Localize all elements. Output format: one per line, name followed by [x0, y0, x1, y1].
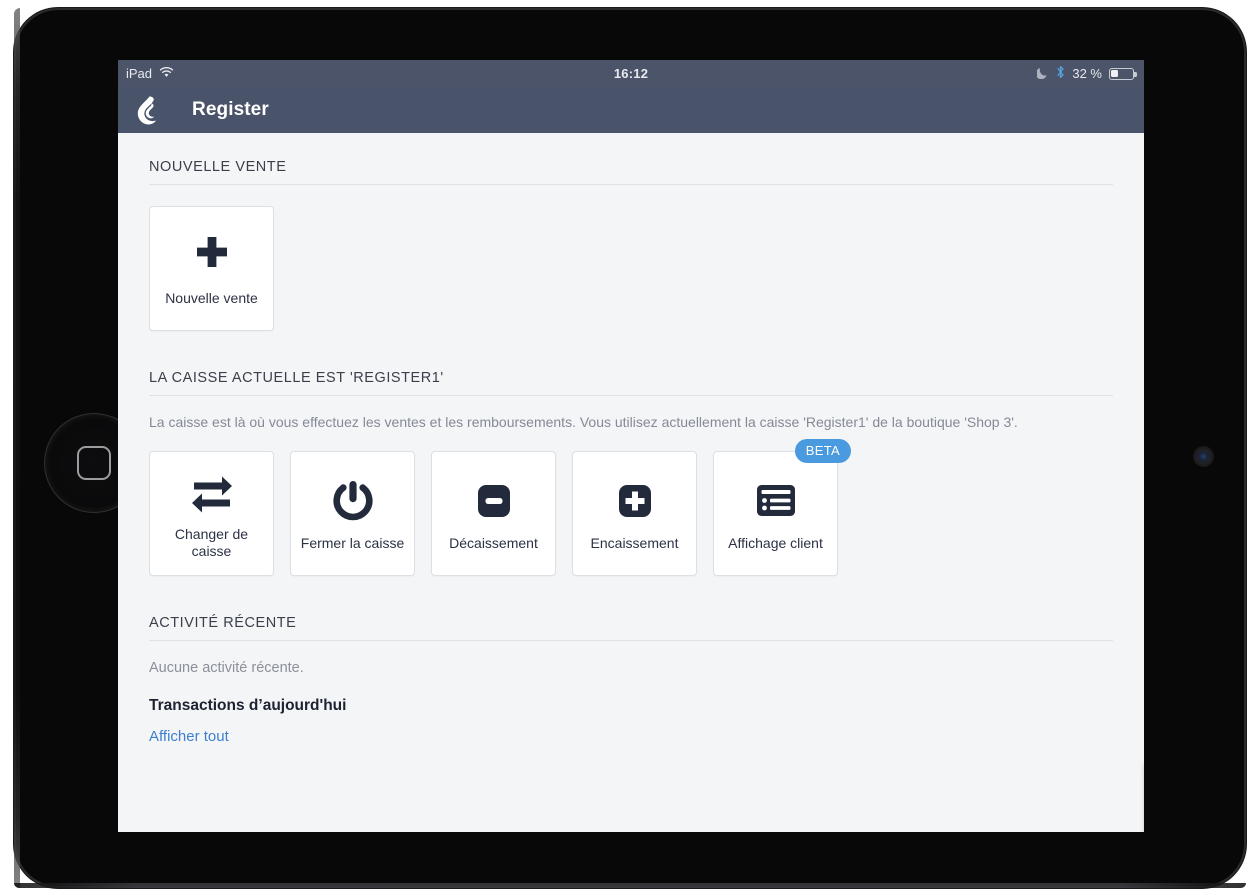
- battery-fill-level: [1111, 69, 1119, 77]
- section-heading-current-register: LA CAISSE ACTUELLE EST 'REGISTER1': [149, 370, 444, 386]
- moon-icon: [1035, 66, 1049, 82]
- ipad-screen: iPad 16:12 32 % Register NOUVELLE VENTE …: [118, 60, 1144, 832]
- tile-label: Nouvelle vente: [165, 289, 258, 306]
- home-button-square-icon: [77, 446, 111, 480]
- plus-square-icon: [612, 476, 658, 526]
- tile-fermer-la-caisse[interactable]: Fermer la caisse: [290, 451, 415, 576]
- section-heading-recent-activity: ACTIVITÉ RÉCENTE: [149, 615, 297, 631]
- ios-status-bar: iPad 16:12 32 %: [118, 60, 1144, 87]
- tile-decaissement[interactable]: Décaissement: [431, 451, 556, 576]
- tile-label: Changer de caisse: [174, 526, 249, 559]
- page-title: Register: [192, 99, 269, 120]
- recent-activity-empty-text: Aucune activité récente.: [149, 660, 304, 676]
- front-camera-lens: [1193, 446, 1214, 467]
- tile-encaissement[interactable]: Encaissement: [572, 451, 697, 576]
- tile-nouvelle-vente[interactable]: Nouvelle vente: [149, 206, 274, 331]
- bluetooth-icon: [1056, 65, 1065, 82]
- register-home-content: NOUVELLE VENTE Nouvelle vente LA CAISSE …: [118, 133, 1144, 832]
- todays-transactions-title: Transactions d’aujourd'hui: [149, 697, 347, 714]
- plus-icon: [189, 231, 235, 281]
- app-nav-bar: Register: [118, 87, 1144, 133]
- status-bar-right-group: 32 %: [1035, 65, 1137, 82]
- minus-square-icon: [471, 476, 517, 526]
- section-divider-current-register: [149, 395, 1113, 396]
- new-sale-tile-row: Nouvelle vente: [149, 206, 1113, 331]
- battery-percent-label: 32 %: [1072, 66, 1102, 81]
- status-bar-clock: 16:12: [613, 66, 649, 81]
- tile-affichage-client[interactable]: BETA Affichage client: [713, 439, 851, 576]
- swap-arrows-icon: [189, 467, 235, 517]
- power-icon: [331, 476, 375, 526]
- status-badge-beta: BETA: [794, 439, 851, 463]
- section-heading-new-sale: NOUVELLE VENTE: [149, 159, 287, 175]
- register-actions-tile-row: Changer de caisse Fermer la caisse Décai…: [149, 439, 1113, 576]
- tile-label: Encaissement: [590, 534, 679, 551]
- device-bezel-highlight-left: [14, 8, 20, 888]
- lightspeed-flame-logo-icon: [136, 95, 162, 125]
- tile-label: Fermer la caisse: [300, 534, 405, 551]
- tile-label: Affichage client: [728, 534, 823, 551]
- section-divider-new-sale: [149, 184, 1113, 185]
- tile-changer-de-caisse[interactable]: Changer de caisse: [149, 451, 274, 576]
- current-register-description: La caisse est là où vous effectuez les v…: [149, 414, 1018, 430]
- device-bezel-highlight-bottom: [14, 883, 1246, 888]
- section-divider-recent-activity: [149, 640, 1113, 641]
- tile-label: Décaissement: [449, 534, 538, 551]
- show-all-link[interactable]: Afficher tout: [149, 728, 1113, 745]
- battery-icon: [1109, 67, 1137, 80]
- customer-display-icon: [752, 476, 800, 526]
